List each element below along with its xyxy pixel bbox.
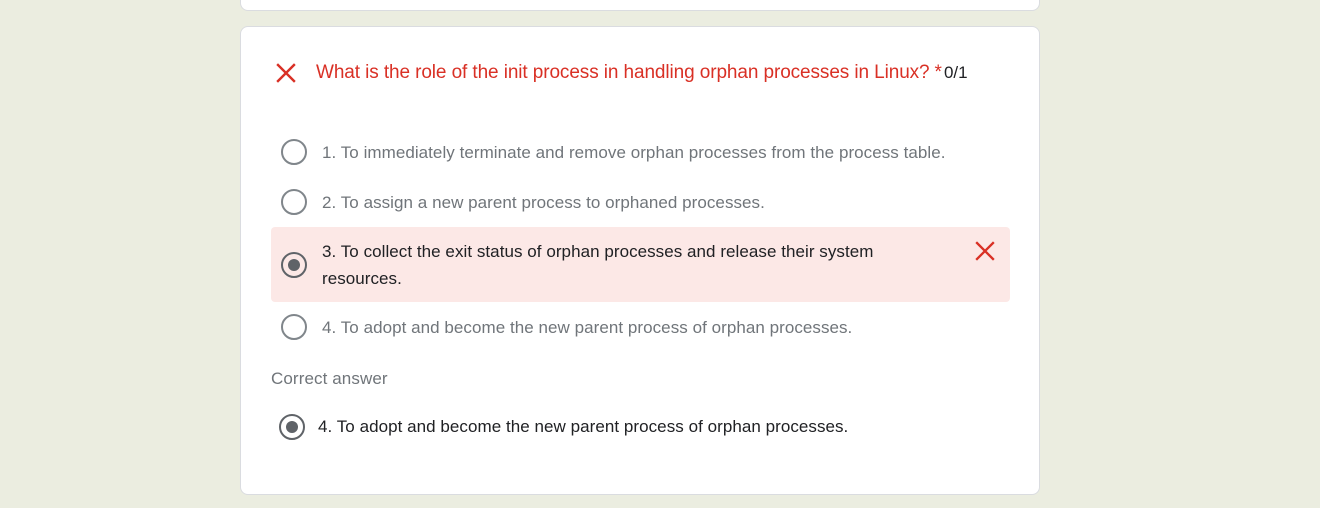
question-score: 0/1 — [943, 63, 968, 82]
close-icon — [276, 63, 296, 83]
option-1[interactable]: 1. To immediately terminate and remove o… — [271, 137, 1010, 167]
correct-answer-option: 4. To adopt and become the new parent pr… — [269, 413, 848, 440]
radio-button-correct — [279, 413, 305, 440]
previous-question-card — [240, 0, 1040, 11]
radio-dot — [286, 420, 298, 433]
question-header: What is the role of the init process in … — [275, 61, 1010, 85]
radio-button-selected[interactable] — [281, 251, 307, 278]
option-label: 2. To assign a new parent process to orp… — [322, 192, 765, 212]
question-card: What is the role of the init process in … — [240, 26, 1040, 495]
question-title: What is the role of the init process in … — [316, 62, 930, 83]
required-asterisk: * — [934, 62, 942, 83]
radio-button[interactable] — [281, 189, 307, 215]
incorrect-mark-icon — [975, 241, 995, 261]
option-label: 3. To collect the exit status of orphan … — [322, 241, 874, 288]
option-2[interactable]: 2. To assign a new parent process to orp… — [271, 187, 1010, 217]
correct-answer-heading: Correct answer — [271, 369, 388, 388]
radio-button[interactable] — [281, 139, 307, 165]
option-3-selected-wrong[interactable]: 3. To collect the exit status of orphan … — [271, 227, 1010, 302]
option-label: 1. To immediately terminate and remove o… — [322, 142, 946, 162]
option-4[interactable]: 4. To adopt and become the new parent pr… — [271, 312, 1010, 342]
radio-button[interactable] — [281, 314, 307, 340]
option-label: 4. To adopt and become the new parent pr… — [322, 317, 853, 337]
radio-dot — [288, 258, 300, 271]
correct-answer-label: 4. To adopt and become the new parent pr… — [318, 417, 849, 436]
